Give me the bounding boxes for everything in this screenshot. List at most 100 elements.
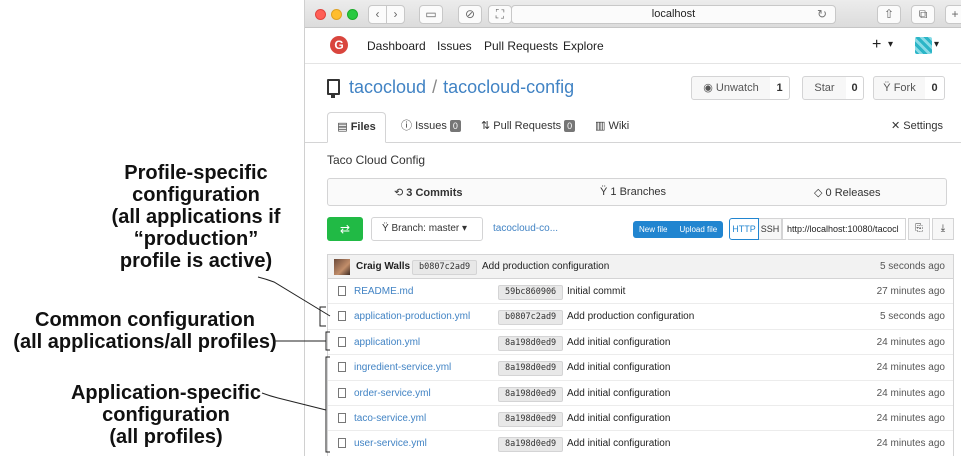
download-archive-button[interactable]: ⤓ [932,218,954,240]
close-window-button[interactable] [315,9,326,20]
forward-button[interactable]: › [386,5,405,24]
tab-label: Settings [903,120,944,132]
file-icon [338,438,346,449]
download-icon: ⤓ [940,223,946,234]
commit-author[interactable]: Craig Walls [356,261,410,272]
fork-count[interactable]: 0 [925,76,945,100]
settings-tools-icon: ✕ [891,120,904,132]
branches-count: 1 Branches [610,186,667,198]
repo-description: Taco Cloud Config [327,153,426,167]
gogs-logo-icon[interactable]: G [330,36,348,54]
commit-sha-link[interactable]: 8a198d0ed9 [498,386,564,402]
sidebar-toggle-button[interactable]: ▭ [419,5,443,24]
breadcrumb-repo-link[interactable]: tacocloud-co... [493,223,558,234]
annotation-application-specific: Application-specific configuration (all … [66,382,266,448]
reload-icon[interactable]: ↻ [817,6,827,23]
watch-count[interactable]: 1 [770,76,790,100]
pull-request-icon: ⇅ [481,120,494,132]
nav-pull-requests[interactable]: Pull Requests [484,39,558,53]
extensions-button[interactable]: ⛶ [488,5,512,24]
annotation-line: Application-specific [70,382,262,404]
commit-sha-link[interactable]: 8a198d0ed9 [498,335,564,351]
tab-overview-button[interactable]: ⧉ [911,5,935,24]
nav-issues[interactable]: Issues [437,39,472,53]
star-count[interactable]: 0 [846,76,864,100]
new-file-button[interactable]: New file [633,225,673,234]
repo-owner-link[interactable]: tacocloud [349,77,426,97]
commit-sha-link[interactable]: 8a198d0ed9 [498,437,564,453]
extension-icon: ⛶ [495,7,505,21]
commit-time: 24 minutes ago [876,336,945,348]
nav-dashboard[interactable]: Dashboard [367,39,426,53]
file-name-link[interactable]: order-service.yml [354,388,431,399]
file-name-link[interactable]: application.yml [354,337,420,348]
commit-time: 24 minutes ago [876,387,945,399]
repo-name-link[interactable]: tacocloud-config [443,77,574,97]
plus-icon: + [951,7,959,21]
tab-issues[interactable]: ⓘ Issues 0 [401,112,461,143]
file-icon: ▤ [337,121,351,133]
back-button[interactable]: ‹ [368,5,387,24]
commit-time: 5 seconds ago [879,261,945,272]
repo-stats-bar: ⟲ 3 Commits Ÿ 1 Branches ◇ 0 Releases [327,178,947,206]
upload-file-button[interactable]: Upload file [673,225,723,234]
repo-title: tacocloud / tacocloud-config [349,77,574,98]
compare-button[interactable]: ⇄ [327,217,363,241]
releases-count: 0 Releases [825,187,881,199]
commits-link[interactable]: ⟲ 3 Commits [394,186,463,199]
file-name-link[interactable]: ingredient-service.yml [354,362,451,373]
address-bar[interactable]: localhost ↻ [511,5,836,24]
nav-explore[interactable]: Explore [563,39,604,53]
clone-url-input[interactable]: http://localhost:10080/tacocl [782,218,906,240]
privacy-button[interactable]: ⊘ [458,5,482,24]
unwatch-label: Unwatch [715,82,759,94]
fork-button[interactable]: Ÿ Fork [873,76,926,100]
tab-settings[interactable]: ✕ Settings [891,112,943,143]
create-new-icon[interactable]: + [872,36,881,54]
minimize-window-button[interactable] [331,9,342,20]
tab-label: Wiki [608,120,630,132]
commit-sha-link[interactable]: b0807c2ad9 [412,260,478,275]
commit-message: Add production configuration [482,261,610,272]
user-avatar[interactable] [915,37,932,54]
file-icon [338,387,346,398]
tag-icon: ◇ [814,187,826,199]
file-name-link[interactable]: user-service.yml [354,438,427,449]
commit-sha-link[interactable]: 59bc860906 [498,285,564,300]
ssh-clone-button[interactable]: SSH [759,218,782,240]
releases-link[interactable]: ◇ 0 Releases [814,186,881,199]
commit-sha-link[interactable]: b0807c2ad9 [498,310,564,326]
compare-icon: ⇄ [339,222,351,236]
tab-wiki[interactable]: ▥ Wiki [595,112,629,143]
commit-sha-link[interactable]: 8a198d0ed9 [498,361,564,377]
annotation-line: configuration [102,404,230,426]
annotation-line: (all profiles) [109,426,223,448]
chevron-down-icon[interactable]: ▾ [888,39,893,50]
repo-book-icon [327,79,340,98]
http-clone-button[interactable]: HTTP [729,218,759,240]
copy-url-button[interactable]: ⎘ [908,218,930,240]
share-button[interactable]: ⇧ [877,5,901,24]
annotation-line: profile is active) [119,250,273,272]
file-icon [338,412,346,423]
unwatch-button[interactable]: ◉ Unwatch [691,76,771,100]
tab-files[interactable]: ▤ Files [327,112,386,143]
star-button[interactable]: Star [802,76,847,100]
annotation-line: Common configuration [35,309,255,331]
file-name-link[interactable]: README.md [354,286,413,297]
file-name-link[interactable]: application-production.yml [354,311,470,322]
new-tab-button[interactable]: + [945,5,961,24]
file-name-link[interactable]: taco-service.yml [354,413,426,424]
tab-pull-requests[interactable]: ⇅ Pull Requests 0 [481,112,576,143]
commit-sha-link[interactable]: 8a198d0ed9 [498,411,564,427]
tab-label: Files [350,121,376,133]
issues-count-badge: 0 [449,120,461,132]
author-avatar[interactable] [334,259,350,275]
branch-dropdown[interactable]: Ÿ Branch: master ▾ [371,217,483,241]
commit-message: Add production configuration [567,311,695,323]
tab-label: Pull Requests [493,120,562,132]
chevron-down-icon[interactable]: ▾ [934,39,939,50]
maximize-window-button[interactable] [347,9,358,20]
sidebar-icon: ▭ [425,7,437,21]
branches-link[interactable]: Ÿ 1 Branches [600,186,666,198]
